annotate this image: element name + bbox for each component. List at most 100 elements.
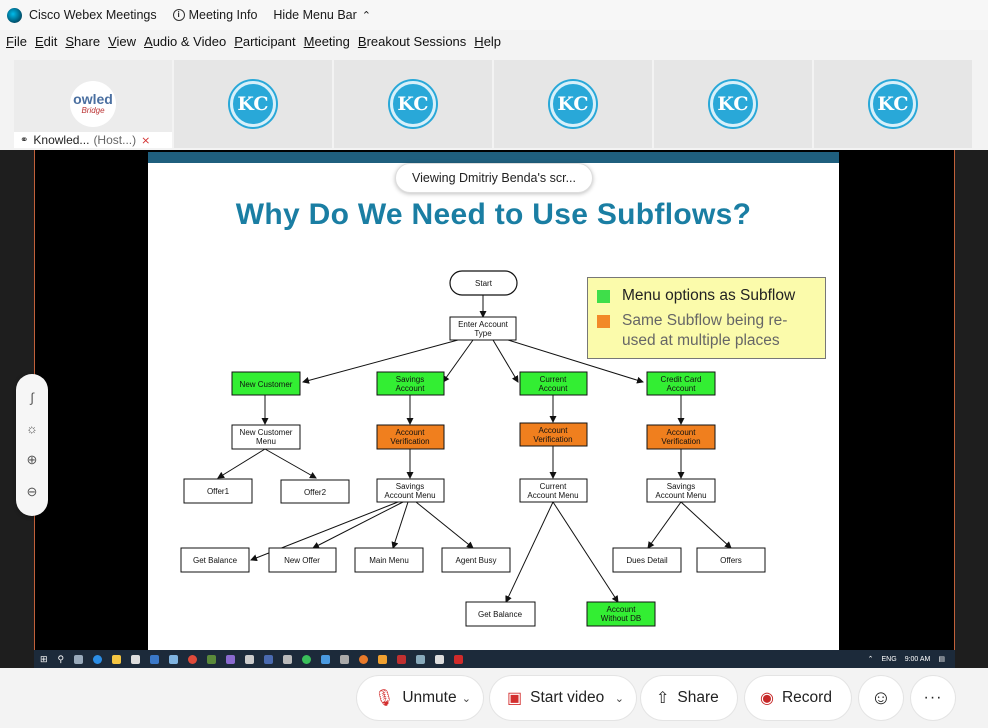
svg-text:Account: Account [607, 605, 637, 614]
svg-text:Savings: Savings [396, 375, 424, 384]
svg-text:Savings: Savings [667, 482, 695, 491]
node-savings-account-menu: Savings Account Menu [376, 478, 445, 503]
app-icon [321, 654, 331, 664]
app-icon [169, 654, 179, 664]
participant-tile[interactable]: KC [174, 60, 332, 148]
svg-text:Account: Account [539, 384, 569, 393]
edge [264, 448, 317, 479]
unmute-label: Unmute [402, 689, 457, 706]
menu-share[interactable]: Share [65, 34, 100, 56]
menu-file[interactable]: File [6, 34, 27, 56]
start-video-label: Start video [530, 689, 605, 706]
svg-text:Main Menu: Main Menu [369, 556, 409, 565]
participant-tile[interactable]: KC [814, 60, 972, 148]
reactions-button[interactable]: ☺ [859, 676, 903, 720]
mic-muted-icon: 🎙 [374, 690, 395, 707]
unmute-button[interactable]: 🎙 Unmute ⌄ [357, 676, 483, 720]
app-icon [378, 654, 388, 664]
node-start: Start [449, 270, 518, 296]
participant-avatar: KC [390, 81, 436, 127]
presentation-slide: Why Do We Need to Use Subflows? Start En… [148, 152, 839, 650]
menu-bar: File Edit Share View Audio & Video Parti… [0, 34, 503, 56]
svg-text:Credit Card: Credit Card [661, 375, 702, 384]
windows-start-icon: ⊞ [40, 653, 48, 664]
hide-menu-bar-button[interactable]: Hide Menu Bar ⌃ [273, 8, 371, 22]
zoom-out-icon[interactable]: ⊖ [27, 484, 38, 500]
svg-text:New Customer: New Customer [240, 428, 293, 437]
meeting-info-label: Meeting Info [188, 8, 258, 22]
record-icon: ◉ [760, 690, 774, 707]
meeting-info-button[interactable]: i Meeting Info [172, 8, 258, 22]
edge [312, 501, 404, 549]
node-main-menu: Main Menu [354, 547, 424, 573]
svg-text:Account Menu: Account Menu [384, 491, 435, 500]
participant-tile[interactable]: KC [654, 60, 812, 148]
menu-help[interactable]: Help [474, 34, 501, 56]
legend-row-reused: Same Subflow being re-used at multiple p… [597, 311, 817, 351]
participant-tile[interactable]: KC [494, 60, 652, 148]
node-account-without-db: Account Without DB [586, 601, 656, 627]
flowchart: Start Enter Account Type New Customer Sa… [180, 270, 766, 627]
participant-avatar: KC [230, 81, 276, 127]
edge [415, 501, 474, 549]
app-icon [207, 654, 217, 664]
participant-avatar: KC [710, 81, 756, 127]
chevron-down-icon[interactable]: ⌄ [462, 692, 471, 705]
menu-meeting[interactable]: Meeting [304, 34, 350, 56]
svg-text:Enter Account: Enter Account [458, 320, 509, 329]
chevron-down-icon[interactable]: ⌄ [615, 692, 624, 705]
svg-text:Get Balance: Get Balance [193, 556, 238, 565]
viewing-banner[interactable]: Viewing Dmitriy Benda's scr... [395, 163, 593, 193]
menu-breakout-sessions[interactable]: Breakout Sessions [358, 34, 466, 56]
participant-tile[interactable]: KC [334, 60, 492, 148]
svg-text:Offer1: Offer1 [207, 487, 230, 496]
app-icon [435, 654, 445, 664]
svg-text:Offer2: Offer2 [304, 488, 327, 497]
node-credit-card-account: Credit Card Account [646, 371, 716, 396]
hide-menu-bar-label: Hide Menu Bar [273, 8, 357, 22]
annotate-icon[interactable]: ∫ [30, 390, 34, 405]
node-offer1: Offer1 [183, 478, 253, 504]
headset-icon: ⚭ [20, 134, 29, 146]
svg-text:Account: Account [667, 428, 697, 437]
node-dues-detail: Dues Detail [612, 547, 682, 573]
svg-text:Menu: Menu [256, 437, 276, 446]
pointer-icon[interactable]: ☼ [26, 421, 38, 436]
menu-view[interactable]: View [108, 34, 136, 56]
legend-row-subflow: Menu options as Subflow [597, 286, 817, 306]
menu-edit[interactable]: Edit [35, 34, 57, 56]
node-account-verification-3: Account Verification [646, 424, 716, 450]
notification-icon: ▤ [938, 656, 945, 663]
node-savings-account-menu-2: Savings Account Menu [646, 478, 716, 503]
more-icon: ··· [923, 689, 943, 706]
edge-icon [93, 654, 103, 664]
record-button[interactable]: ◉ Record [745, 676, 851, 720]
system-tray: ⌃ ENG 9:00 AM ▤ [868, 655, 955, 664]
node-offer2: Offer2 [280, 479, 350, 504]
taskbar-icons: ⊞ ⚲ [34, 653, 464, 665]
task-view-icon [74, 654, 84, 664]
menu-participant[interactable]: Participant [234, 34, 295, 56]
node-enter-account-type: Enter Account Type [449, 316, 517, 341]
edge [647, 501, 682, 549]
svg-text:Account: Account [667, 384, 697, 393]
edge [442, 339, 474, 383]
node-current-account: Current Account [519, 371, 588, 396]
app-icon [416, 654, 426, 664]
legend-label-subflow: Menu options as Subflow [622, 287, 796, 304]
node-account-verification-2: Account Verification [519, 422, 588, 447]
node-account-verification-1: Account Verification [376, 424, 445, 450]
more-options-button[interactable]: ··· [911, 676, 955, 720]
share-button[interactable]: ⇧ Share [641, 676, 737, 720]
share-label: Share [677, 689, 719, 706]
menu-audio-video[interactable]: Audio & Video [144, 34, 226, 56]
participant-avatar: KC [550, 81, 596, 127]
start-video-button[interactable]: ▣ Start video ⌄ [490, 676, 636, 720]
edge [680, 501, 732, 549]
node-savings-account: Savings Account [376, 371, 445, 396]
folder-icon [112, 654, 122, 664]
app-title: Cisco Webex Meetings [0, 7, 157, 23]
zoom-in-icon[interactable]: ⊕ [27, 452, 38, 468]
svg-text:Account: Account [539, 426, 569, 435]
record-label: Record [781, 689, 832, 706]
